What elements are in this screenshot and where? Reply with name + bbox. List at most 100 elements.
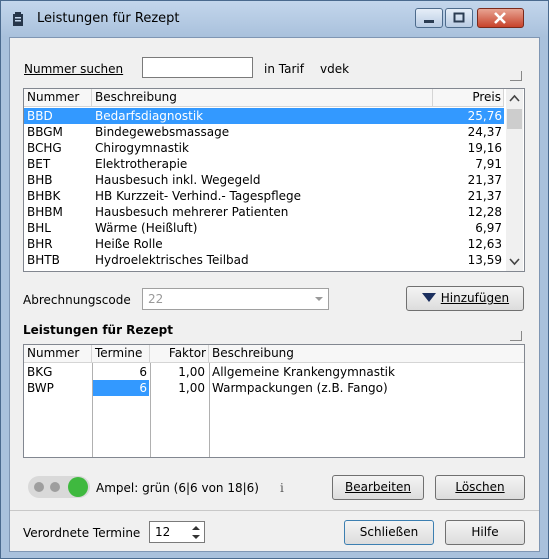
table-row[interactable]: BHBM Hausbesuch mehrerer Patienten 12,28 bbox=[24, 204, 504, 220]
edit-button[interactable]: Bearbeiten bbox=[332, 475, 424, 500]
cell-nummer: BHR bbox=[27, 237, 53, 251]
cell-rezept-nummer: BKG bbox=[27, 365, 53, 379]
catalog-scrollbar[interactable] bbox=[506, 89, 523, 271]
cell-preis: 12,28 bbox=[467, 205, 502, 219]
rezept-list[interactable]: Nummer Termine Faktor Beschreibung BKG 6 1… bbox=[23, 344, 525, 458]
table-row[interactable]: BHB Hausbesuch inkl. Wegegeld 21,37 bbox=[24, 172, 504, 188]
search-input[interactable] bbox=[142, 57, 253, 78]
table-row[interactable]: BHBK HB Kurzzeit- Verhind.- Tagespflege 21… bbox=[24, 188, 504, 204]
cell-preis: 24,37 bbox=[467, 125, 502, 139]
cell-beschreibung: HB Kurzzeit- Verhind.- Tagespflege bbox=[95, 189, 302, 203]
abrechnungscode-select[interactable]: 22 bbox=[142, 288, 329, 310]
resize-grip-bottom[interactable] bbox=[510, 331, 522, 341]
minimize-button[interactable] bbox=[415, 8, 443, 28]
table-row[interactable]: BBD Bedarfsdiagnostik 25,76 bbox=[24, 108, 504, 124]
cell-rezept-faktor: 1,00 bbox=[178, 381, 205, 395]
col-rezept-beschreibung[interactable]: Beschreibung bbox=[209, 345, 524, 363]
cell-nummer: BBD bbox=[27, 109, 53, 123]
cell-preis: 7,91 bbox=[475, 157, 502, 171]
delete-button[interactable]: Löschen bbox=[435, 475, 525, 500]
cell-beschreibung: Hydroelektrisches Teilbad bbox=[95, 253, 249, 267]
edit-button-label: Bearbeiten bbox=[345, 480, 411, 494]
clipboard-icon bbox=[13, 12, 23, 26]
col-rezept-faktor[interactable]: Faktor bbox=[150, 345, 209, 363]
col-nummer[interactable]: Nummer bbox=[24, 89, 92, 107]
table-row[interactable]: BHR Heiße Rolle 12,63 bbox=[24, 236, 504, 252]
cell-rezept-termine[interactable]: 6 bbox=[93, 364, 149, 380]
cell-preis: 6,97 bbox=[475, 221, 502, 235]
abrechnungscode-value: 22 bbox=[148, 292, 164, 306]
ampel-light-active bbox=[68, 477, 88, 497]
title-bar: Leistungen für Rezept bbox=[1, 1, 548, 37]
info-icon[interactable]: i bbox=[280, 481, 284, 495]
close-window-button[interactable] bbox=[477, 8, 524, 28]
scroll-down-icon bbox=[509, 258, 520, 266]
cell-beschreibung: Heiße Rolle bbox=[95, 237, 163, 251]
search-label: Nummer suchen bbox=[24, 62, 124, 76]
cell-rezept-nummer: BWP bbox=[27, 381, 54, 395]
close-button-label: Schließen bbox=[359, 525, 419, 539]
cell-nummer: BHL bbox=[27, 221, 51, 235]
close-button[interactable]: Schließen bbox=[344, 520, 434, 545]
cell-rezept-beschreibung: Warmpackungen (z.B. Fango) bbox=[212, 381, 388, 395]
tarif-value: vdek bbox=[320, 62, 350, 76]
col-preis[interactable]: Preis bbox=[433, 89, 504, 107]
rezept-row[interactable]: BKG 6 1,00 Allgemeine Krankengymnastik bbox=[24, 364, 524, 380]
cell-nummer: BHBM bbox=[27, 205, 63, 219]
catalog-list[interactable]: Nummer Beschreibung Preis BBD Bedarfsdiag… bbox=[23, 88, 525, 272]
cell-beschreibung: Chirogymnastik bbox=[95, 141, 189, 155]
maximize-icon bbox=[453, 12, 465, 23]
cell-preis: 21,37 bbox=[467, 189, 502, 203]
delete-button-label: Löschen bbox=[455, 480, 505, 494]
cell-nummer: BHB bbox=[27, 173, 53, 187]
cell-nummer: BHTB bbox=[27, 253, 60, 267]
cell-beschreibung: Elektrotherapie bbox=[95, 157, 188, 171]
cell-nummer: BCHG bbox=[27, 141, 62, 155]
table-row[interactable]: BHTB Hydroelektrisches Teilbad 13,59 bbox=[24, 252, 504, 268]
arrow-down-icon bbox=[421, 293, 436, 302]
cell-rezept-faktor: 1,00 bbox=[178, 365, 205, 379]
maximize-button[interactable] bbox=[445, 8, 473, 28]
cell-beschreibung: Hausbesuch mehrerer Patienten bbox=[95, 205, 289, 219]
cell-preis: 12,63 bbox=[467, 237, 502, 251]
ampel-status-text: Ampel: grün (6|6 von 18|6) bbox=[96, 481, 259, 495]
dialog-window: Leistungen für Rezept Nummer suchen in T… bbox=[0, 0, 549, 559]
add-button[interactable]: Hinzufügen bbox=[406, 286, 524, 311]
tarif-label: in Tarif bbox=[264, 62, 304, 76]
footer-separator bbox=[10, 510, 539, 511]
add-button-label: Hinzufügen bbox=[440, 291, 510, 305]
cell-beschreibung: Bindegewebsmassage bbox=[95, 125, 230, 139]
rezept-row[interactable]: BWP 6 1,00 Warmpackungen (z.B. Fango) bbox=[24, 380, 524, 396]
catalog-header: Nummer Beschreibung Preis bbox=[24, 89, 504, 107]
cell-nummer: BET bbox=[27, 157, 51, 171]
minimize-icon bbox=[424, 20, 434, 23]
cell-rezept-termine[interactable]: 6 bbox=[93, 380, 149, 396]
col-rezept-nummer[interactable]: Nummer bbox=[24, 345, 92, 363]
cell-beschreibung: Bedarfsdiagnostik bbox=[95, 109, 204, 123]
cell-preis: 19,16 bbox=[467, 141, 502, 155]
cell-beschreibung: Hausbesuch inkl. Wegegeld bbox=[95, 173, 261, 187]
help-button[interactable]: Hilfe bbox=[445, 520, 525, 545]
rezept-heading: Leistungen für Rezept bbox=[23, 323, 173, 337]
table-row[interactable]: BBGM Bindegewebsmassage 24,37 bbox=[24, 124, 504, 140]
verordnete-value: 12 bbox=[155, 525, 171, 539]
col-rezept-termine[interactable]: Termine bbox=[92, 345, 150, 363]
table-row[interactable]: BET Elektrotherapie 7,91 bbox=[24, 156, 504, 172]
ampel-light-2 bbox=[50, 482, 60, 492]
verordnete-spinner[interactable]: 12 bbox=[149, 521, 205, 543]
col-beschreibung[interactable]: Beschreibung bbox=[92, 89, 433, 107]
cell-nummer: BHBK bbox=[27, 189, 61, 203]
cell-nummer: BBGM bbox=[27, 125, 63, 139]
cell-preis: 25,76 bbox=[467, 109, 502, 123]
abrechnungscode-label: Abrechnungscode bbox=[23, 293, 131, 307]
table-row[interactable]: BHL Wärme (Heißluft) 6,97 bbox=[24, 220, 504, 236]
verordnete-label: Verordnete Termine bbox=[23, 526, 141, 540]
rezept-header: Nummer Termine Faktor Beschreibung bbox=[24, 345, 524, 363]
resize-grip-top[interactable] bbox=[510, 71, 522, 81]
cell-preis: 21,37 bbox=[467, 173, 502, 187]
window-title: Leistungen für Rezept bbox=[37, 11, 180, 26]
scroll-thumb[interactable] bbox=[507, 109, 522, 129]
spinner-down-icon[interactable] bbox=[190, 532, 202, 542]
table-row[interactable]: BCHG Chirogymnastik 19,16 bbox=[24, 140, 504, 156]
cell-rezept-beschreibung: Allgemeine Krankengymnastik bbox=[212, 365, 395, 379]
